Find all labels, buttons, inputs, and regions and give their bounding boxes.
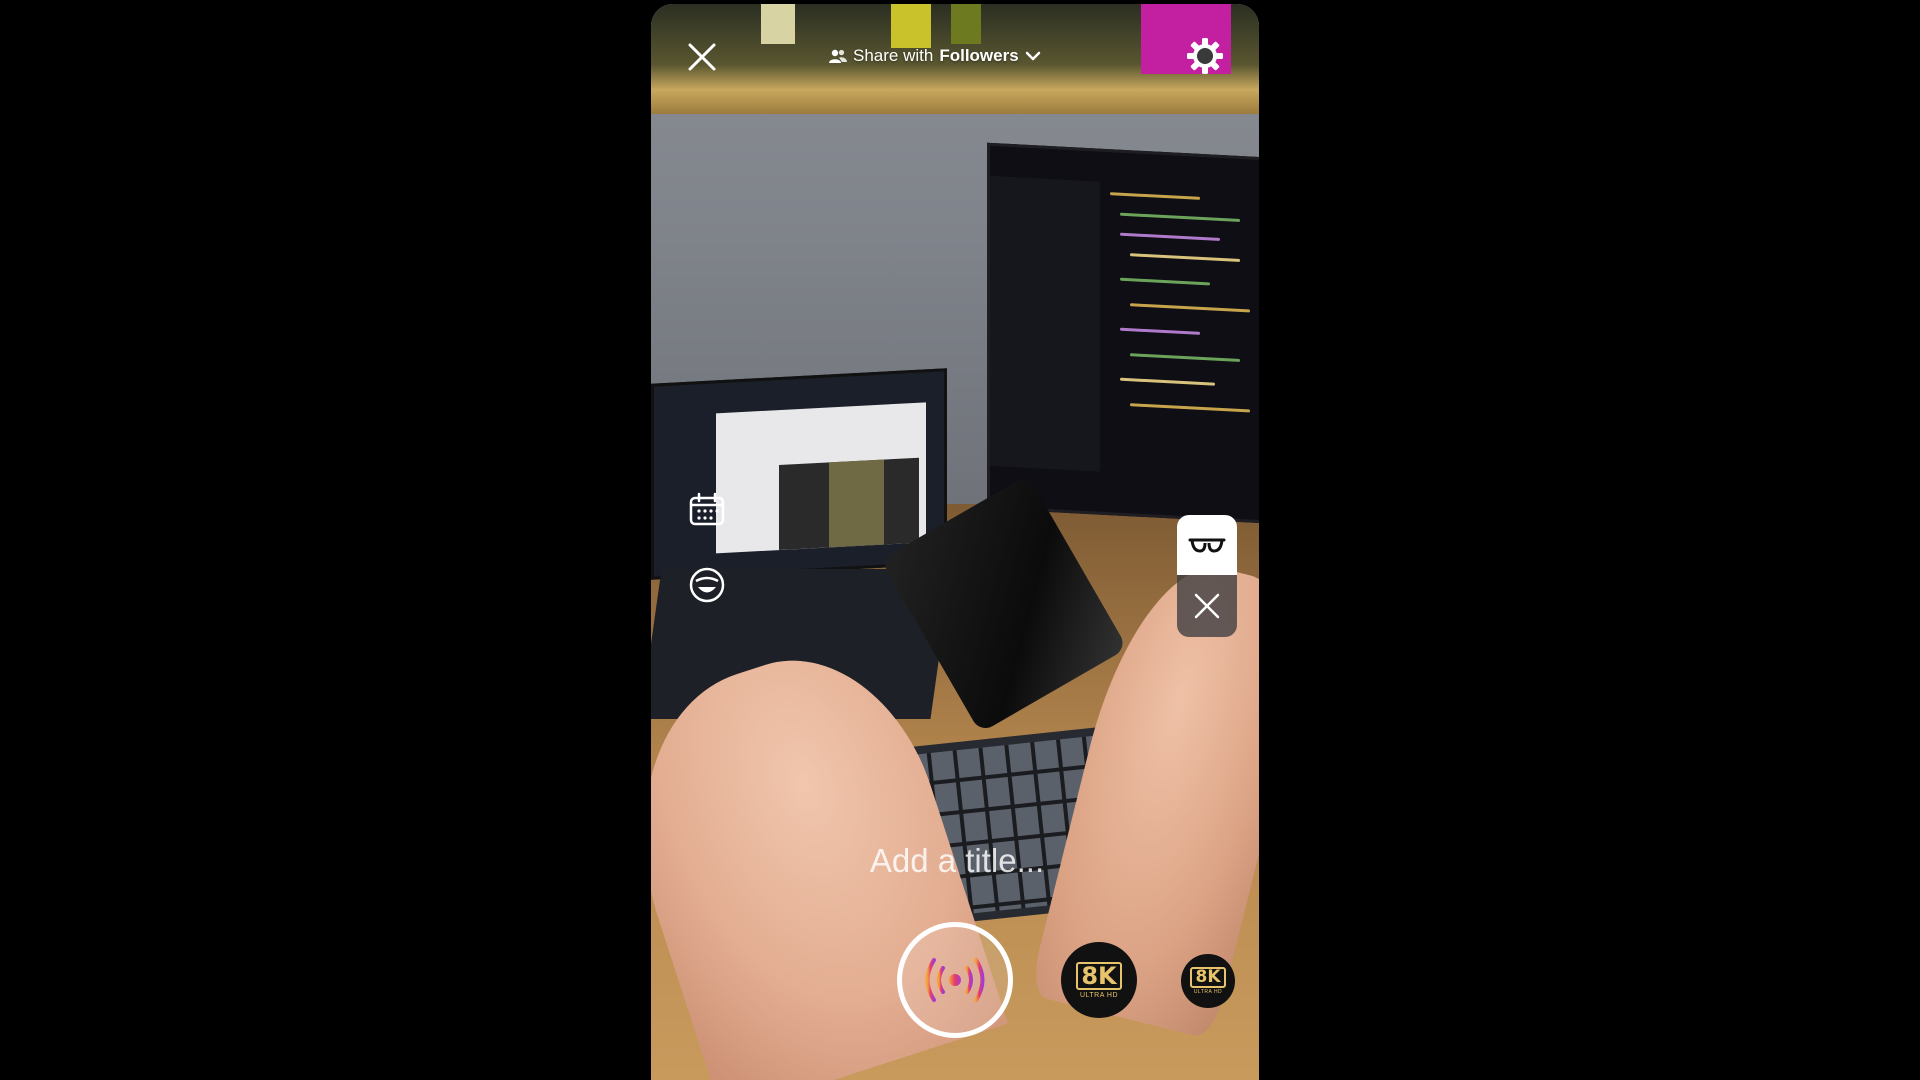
chevron-down-icon bbox=[1025, 51, 1040, 61]
effect-sublabel: ULTRA HD bbox=[1079, 991, 1119, 999]
dismiss-glasses-button[interactable] bbox=[1177, 575, 1237, 637]
camera-preview-code-line bbox=[1110, 192, 1200, 200]
go-live-button[interactable] bbox=[897, 922, 1013, 1038]
effect-label: 8K bbox=[1190, 967, 1226, 988]
smiley-icon bbox=[689, 567, 725, 603]
glasses-icon bbox=[1188, 538, 1226, 553]
effects-button[interactable] bbox=[687, 565, 727, 605]
share-audience-selector[interactable]: Share with Followers bbox=[829, 42, 1041, 70]
camera-preview-code-line bbox=[1120, 212, 1240, 222]
camera-preview-object bbox=[951, 4, 981, 44]
close-icon bbox=[688, 43, 716, 71]
camera-preview-code-line bbox=[1130, 403, 1250, 413]
close-button[interactable] bbox=[687, 42, 717, 72]
effect-8k-ultra-hd[interactable]: 8K ULTRA HD bbox=[1061, 942, 1137, 1018]
camera-preview bbox=[651, 4, 1259, 1080]
camera-preview-monitor bbox=[987, 142, 1259, 524]
camera-preview-code-line bbox=[1130, 353, 1240, 362]
settings-button[interactable] bbox=[1185, 36, 1225, 76]
camera-preview-laptop-video bbox=[829, 459, 884, 548]
effect-sublabel: ULTRA HD bbox=[1193, 989, 1223, 995]
live-camera-screen: Share with Followers Add a title... 8K U… bbox=[651, 4, 1259, 1080]
schedule-button[interactable] bbox=[687, 490, 727, 530]
effect-label: 8K bbox=[1076, 961, 1122, 990]
camera-preview-code-line bbox=[1120, 377, 1215, 386]
camera-preview-code-line bbox=[1120, 232, 1220, 241]
camera-preview-code-line bbox=[1130, 253, 1240, 262]
effect-8k-ultra-hd[interactable]: 8K ULTRA HD bbox=[1181, 954, 1235, 1008]
camera-preview-code-line bbox=[1120, 327, 1200, 335]
camera-preview-monitor-sidebar bbox=[990, 175, 1100, 472]
broadcast-icon bbox=[925, 958, 985, 1002]
close-icon bbox=[1194, 593, 1220, 619]
camera-preview-code-line bbox=[1130, 303, 1250, 313]
share-prefix-label: Share with bbox=[853, 46, 934, 65]
calendar-icon bbox=[689, 492, 725, 526]
share-audience-label: Followers bbox=[939, 46, 1019, 65]
gear-icon bbox=[1187, 38, 1223, 74]
title-input[interactable] bbox=[785, 838, 1129, 884]
people-icon bbox=[829, 49, 847, 63]
camera-preview-code-line bbox=[1120, 277, 1210, 286]
camera-preview-object bbox=[761, 4, 795, 44]
glasses-camera-button[interactable] bbox=[1177, 515, 1237, 575]
